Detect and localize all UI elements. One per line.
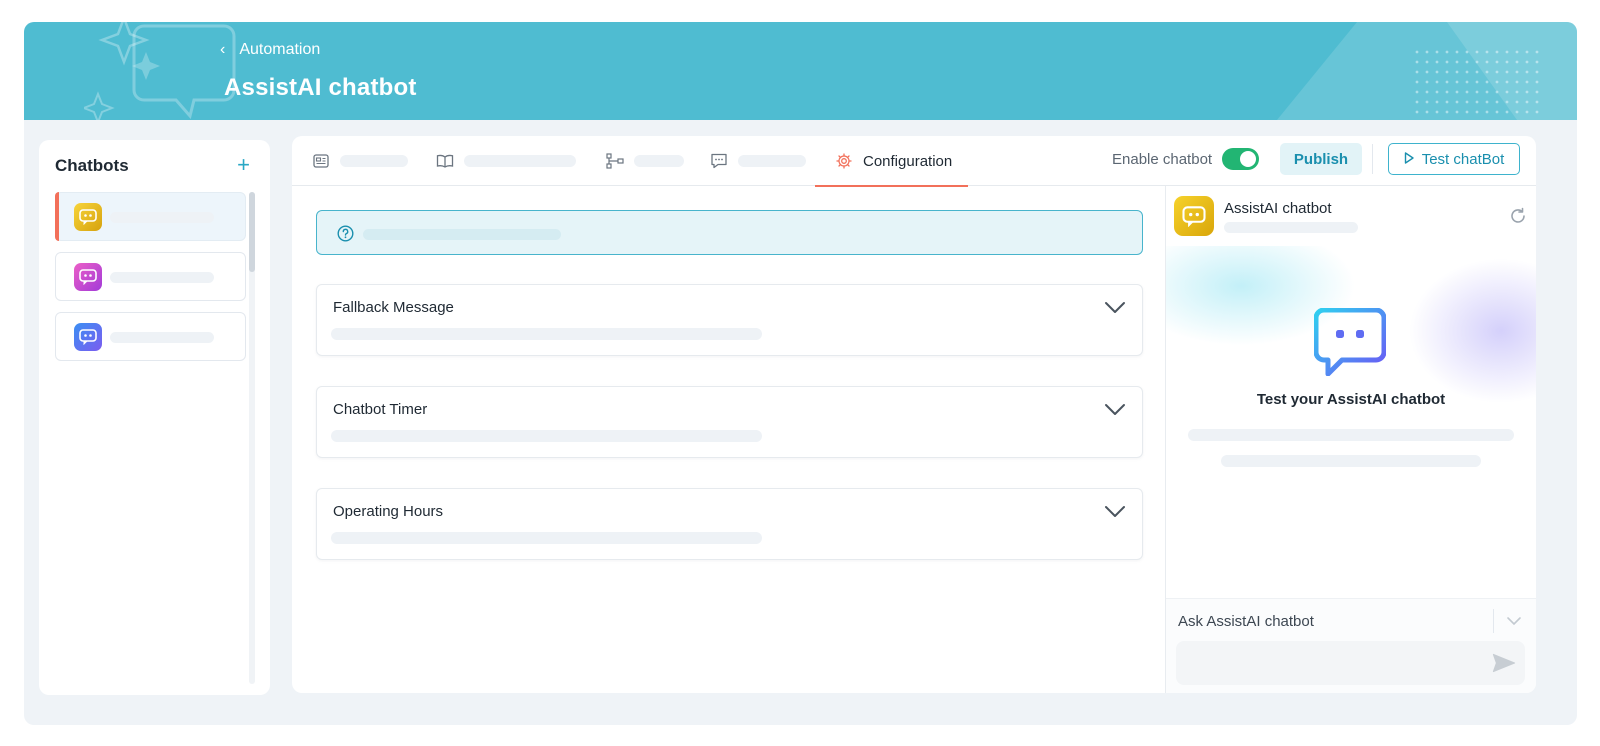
tab-knowledge[interactable] <box>436 136 576 186</box>
configuration-content: Fallback Message Chatbot Timer Operating… <box>292 186 1165 693</box>
tab-label: Configuration <box>863 152 953 170</box>
loading-placeholder <box>110 332 214 343</box>
plus-icon[interactable]: + <box>237 152 250 178</box>
divider <box>1372 144 1373 174</box>
accordion-title: Chatbot Timer <box>333 401 428 418</box>
tab-label-placeholder <box>340 155 408 167</box>
header-pattern-decoration <box>1277 22 1577 120</box>
accordion-chatbot-timer[interactable]: Chatbot Timer <box>316 386 1143 458</box>
back-link-label: Automation <box>239 41 321 58</box>
chat-icon <box>710 152 728 170</box>
accordion-title: Operating Hours <box>333 503 444 520</box>
chatbot-avatar-icon <box>1174 196 1214 236</box>
loading-placeholder <box>1224 222 1358 233</box>
enable-chatbot-control: Enable chatbot <box>1112 148 1260 170</box>
loading-placeholder <box>331 430 762 442</box>
chat-body: Test your AssistAI chatbot <box>1166 246 1536 598</box>
chatbot-avatar-icon <box>74 323 102 351</box>
scrollbar-thumb[interactable] <box>249 192 255 272</box>
loading-placeholder <box>331 328 762 340</box>
app-frame: ‹ Automation AssistAI chatbot Chatbots + <box>24 22 1577 725</box>
tab-label-placeholder <box>634 155 684 167</box>
loading-placeholder <box>363 229 561 240</box>
toggle-knob <box>1240 151 1257 167</box>
main-panel: Configuration Enable chatbot Publish Tes… <box>292 136 1536 693</box>
loading-placeholder <box>110 212 214 223</box>
tab-overview[interactable] <box>312 136 408 186</box>
send-icon[interactable] <box>1492 653 1516 673</box>
chatbot-avatar-icon <box>74 203 102 231</box>
chatbot-list-item[interactable] <box>55 312 246 361</box>
back-link[interactable]: ‹ Automation <box>220 40 320 60</box>
accordion-operating-hours[interactable]: Operating Hours <box>316 488 1143 560</box>
page-header: ‹ Automation AssistAI chatbot <box>24 22 1577 120</box>
loading-placeholder <box>110 272 214 283</box>
chat-preview-panel: AssistAI chatbot Test your AssistAI chat… <box>1165 186 1536 693</box>
accordion-title: Fallback Message <box>333 299 454 316</box>
sidebar-title: Chatbots <box>55 156 129 175</box>
ask-chatbot-label: Ask AssistAI chatbot <box>1178 613 1314 630</box>
refresh-icon[interactable] <box>1508 206 1528 226</box>
play-icon <box>1404 151 1414 168</box>
chevron-down-icon[interactable] <box>1104 505 1126 519</box>
tab-label-placeholder <box>738 155 806 167</box>
chat-composer: Ask AssistAI chatbot <box>1166 598 1536 693</box>
chatbot-list-item[interactable] <box>55 252 246 301</box>
help-icon[interactable] <box>337 225 354 242</box>
chevron-down-icon[interactable] <box>1104 403 1126 417</box>
tab-label-placeholder <box>464 155 576 167</box>
gear-icon <box>835 152 853 170</box>
enable-chatbot-label: Enable chatbot <box>1112 150 1213 168</box>
chatbot-avatar-icon <box>74 263 102 291</box>
chevron-down-icon[interactable] <box>1506 615 1522 627</box>
sidebar-scrollbar[interactable] <box>249 192 255 684</box>
tab-bar: Configuration Enable chatbot Publish Tes… <box>292 136 1536 187</box>
chat-message-input[interactable] <box>1176 641 1525 685</box>
book-icon <box>436 152 454 170</box>
accordion-fallback-message[interactable]: Fallback Message <box>316 284 1143 356</box>
tab-flow[interactable] <box>606 136 684 186</box>
tab-configuration[interactable]: Configuration <box>814 136 969 187</box>
chat-header: AssistAI chatbot <box>1166 186 1536 246</box>
test-chatbot-button[interactable]: Test chatBot <box>1388 143 1520 175</box>
chevron-left-icon: ‹ <box>220 41 226 58</box>
chatbots-sidebar: Chatbots + <box>39 140 270 695</box>
tab-messages[interactable] <box>710 136 806 186</box>
chatbot-name: AssistAI chatbot <box>1224 200 1332 217</box>
loading-placeholder <box>331 532 762 544</box>
sparkle-chat-decoration <box>84 22 236 120</box>
page-title: AssistAI chatbot <box>224 74 417 101</box>
chat-empty-heading: Test your AssistAI chatbot <box>1256 391 1446 408</box>
loading-placeholder <box>1221 455 1481 467</box>
publish-button[interactable]: Publish <box>1280 143 1362 175</box>
loading-placeholder <box>1188 429 1514 441</box>
enable-chatbot-toggle[interactable] <box>1222 148 1260 170</box>
id-card-icon <box>312 152 330 170</box>
test-chatbot-label: Test chatBot <box>1421 150 1505 168</box>
chatbot-list-item[interactable] <box>55 192 246 241</box>
chat-bubble-icon <box>1314 308 1386 376</box>
divider <box>1493 609 1494 633</box>
chevron-down-icon[interactable] <box>1104 301 1126 315</box>
flow-icon <box>606 152 624 170</box>
info-banner <box>316 210 1143 255</box>
